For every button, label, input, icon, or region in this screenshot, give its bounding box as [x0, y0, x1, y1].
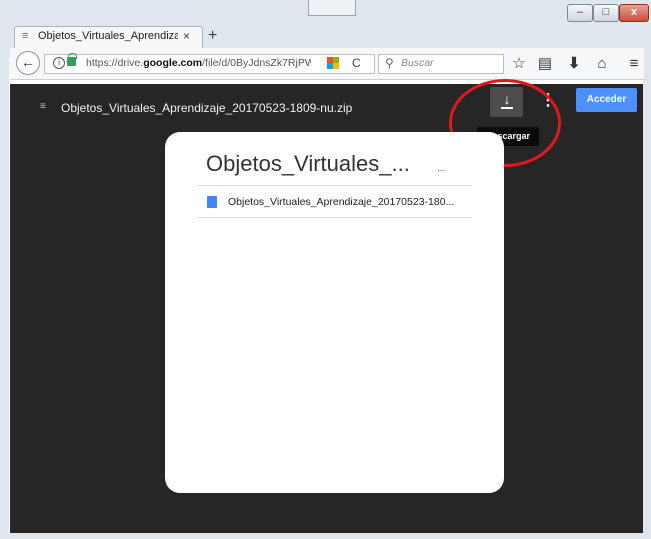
url-text[interactable]: https://drive.google.com/file/d/0ByJdnsZ…	[86, 57, 311, 71]
divider	[198, 185, 472, 186]
card-title-more: ...	[437, 163, 446, 174]
maximize-button[interactable]: □	[593, 4, 619, 22]
search-placeholder: Buscar	[401, 57, 434, 69]
info-icon[interactable]: i	[53, 57, 65, 69]
star-icon[interactable]: ☆	[510, 55, 528, 73]
lock-icon	[67, 57, 76, 66]
document-icon	[207, 196, 217, 208]
zip-file-icon: ≡	[40, 101, 46, 112]
extension-icon[interactable]	[327, 57, 339, 69]
viewer-file-name: Objetos_Virtuales_Aprendizaje_20170523-1…	[61, 101, 353, 115]
window-frame-right	[643, 58, 651, 539]
archive-entry[interactable]: Objetos_Virtuales_Aprendizaje_20170523-1…	[228, 196, 474, 210]
back-arrow-icon[interactable]: ←	[16, 51, 40, 75]
close-window-button[interactable]: x	[619, 4, 649, 22]
url-prefix: https://drive.	[86, 57, 144, 69]
archive-preview-card	[165, 132, 504, 493]
download-icon[interactable]: ⬇	[565, 55, 583, 73]
divider	[198, 217, 472, 218]
minimize-button[interactable]: –	[567, 4, 593, 22]
url-path: /file/d/0ByJdnsZk7RjPWE\	[202, 57, 311, 69]
hamburger-menu-icon[interactable]: ≡	[625, 55, 643, 73]
reading-list-icon[interactable]: ▤	[536, 55, 554, 73]
url-domain: google.com	[143, 57, 203, 69]
sign-in-button[interactable]: Acceder	[576, 88, 637, 112]
home-icon[interactable]: ⌂	[593, 55, 611, 73]
search-icon: ⚲	[385, 56, 394, 70]
titlebar-center-notch	[308, 0, 356, 16]
new-tab-button[interactable]: +	[208, 27, 222, 45]
window-frame-bottom	[0, 533, 651, 539]
window-frame-left	[0, 58, 9, 539]
reload-icon[interactable]: C	[352, 55, 366, 71]
tab-title: Objetos_Virtuales_Aprendizaj	[38, 30, 178, 42]
drive-file-icon: ≡	[22, 30, 29, 42]
tab-close-icon[interactable]: ×	[183, 29, 195, 43]
